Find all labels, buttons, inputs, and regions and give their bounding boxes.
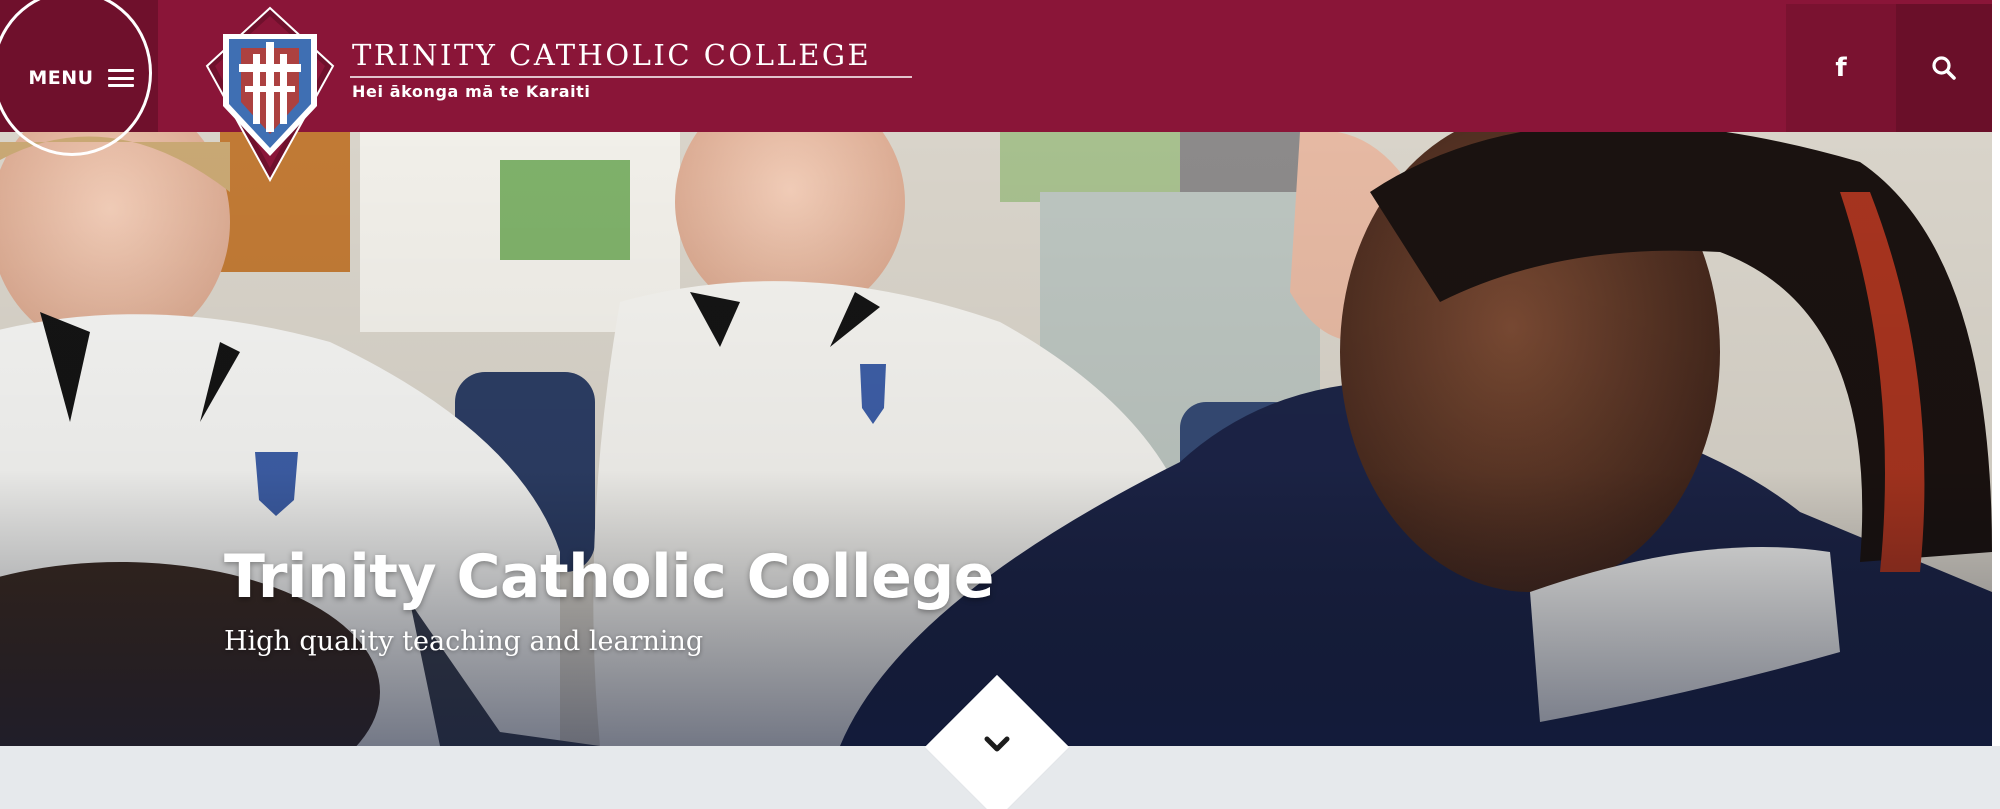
title-divider [350, 76, 912, 78]
site-motto: Hei ākonga mā te Karaiti [352, 82, 591, 101]
menu-label: MENU [28, 67, 94, 89]
site-title[interactable]: TRINITY CATHOLIC COLLEGE [352, 38, 871, 72]
search-button[interactable] [1896, 4, 1992, 132]
page: TRINITY CATHOLIC COLLEGE Hei ākonga mā t… [0, 0, 2000, 809]
hamburger-icon [107, 69, 134, 87]
facebook-icon: f [1835, 53, 1847, 83]
page-edge [1992, 0, 2000, 746]
college-crest[interactable] [205, 6, 335, 182]
search-icon [1932, 56, 1956, 80]
hero-banner: Trinity Catholic College High quality te… [0, 132, 1992, 746]
hero-subtitle: High quality teaching and learning [224, 626, 704, 657]
hero-title: Trinity Catholic College [224, 542, 994, 612]
chevron-down-icon[interactable] [981, 733, 1013, 757]
facebook-button[interactable]: f [1786, 4, 1896, 132]
